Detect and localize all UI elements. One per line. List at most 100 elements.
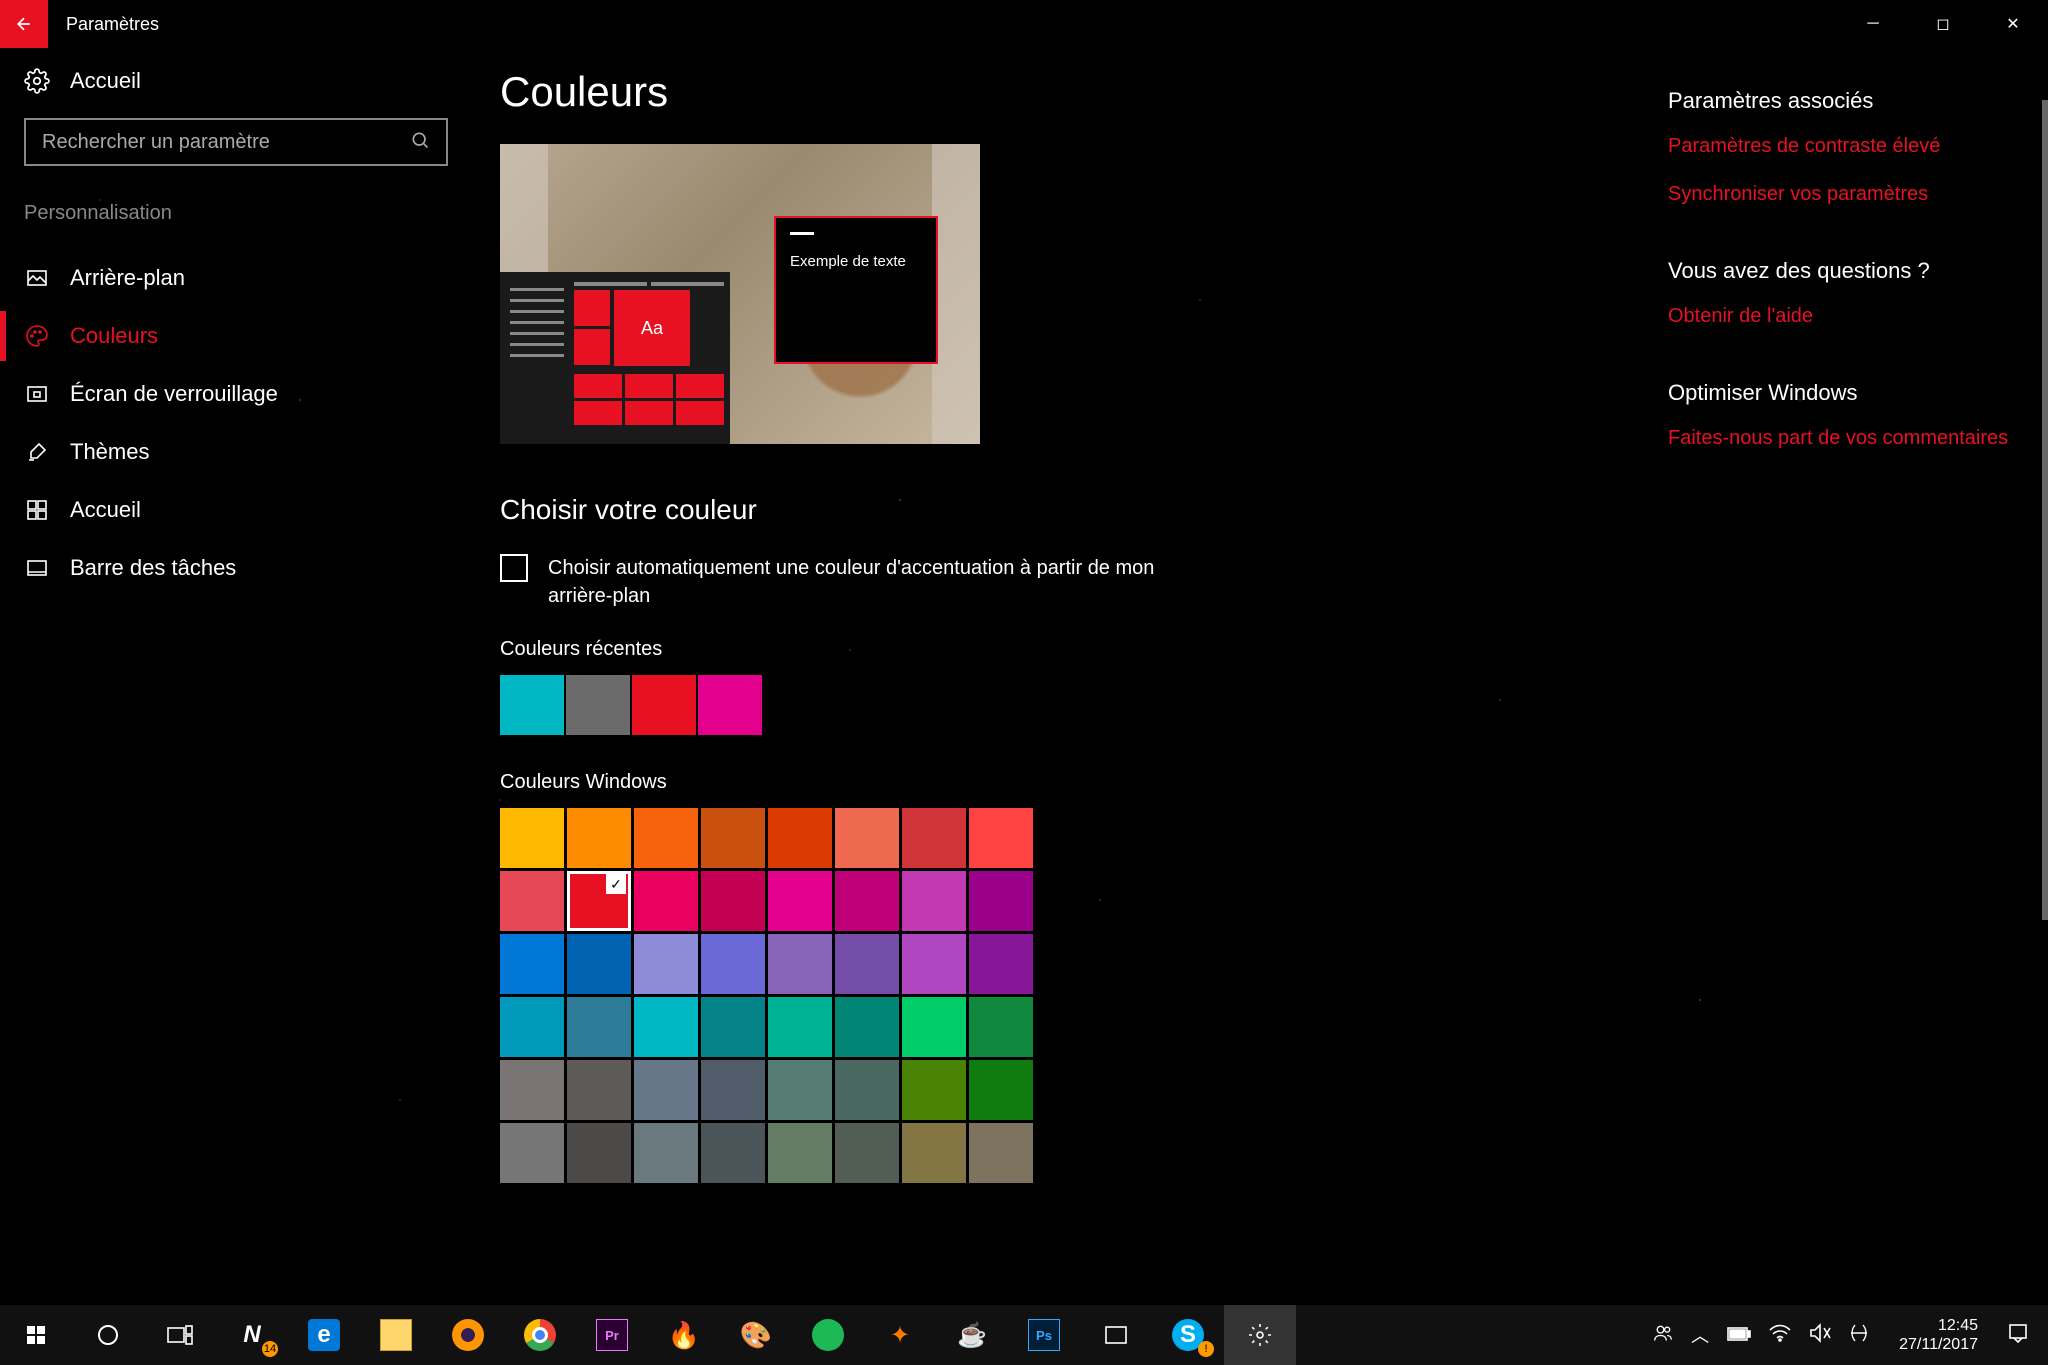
minimize-button[interactable]: ─ [1838, 0, 1908, 48]
tray-chevron-up-icon[interactable]: ︿ [1691, 1322, 1709, 1348]
windows-color-swatch[interactable] [634, 934, 698, 994]
windows-color-swatch[interactable] [969, 871, 1033, 931]
windows-color-swatch[interactable] [634, 997, 698, 1057]
windows-color-swatch[interactable] [500, 1060, 564, 1120]
windows-color-swatch[interactable] [567, 1060, 631, 1120]
back-button[interactable] [0, 0, 48, 48]
windows-color-swatch[interactable] [835, 997, 899, 1057]
tray-volume-icon[interactable] [1809, 1323, 1831, 1348]
windows-color-swatch[interactable] [701, 808, 765, 868]
taskbar-app-fire[interactable]: 🔥 [648, 1305, 720, 1365]
windows-color-swatch[interactable] [768, 1060, 832, 1120]
taskbar-app-photoshop[interactable]: Ps [1008, 1305, 1080, 1365]
tray-language-icon[interactable] [1849, 1323, 1869, 1348]
windows-color-swatch[interactable] [500, 808, 564, 868]
search-input[interactable] [42, 131, 410, 154]
windows-color-swatch[interactable] [969, 997, 1033, 1057]
sidebar-item-lockscreen[interactable]: Écran de verrouillage [24, 365, 436, 423]
windows-color-swatch[interactable] [835, 808, 899, 868]
windows-color-swatch[interactable] [969, 1123, 1033, 1183]
taskbar-app-edge[interactable]: e [288, 1305, 360, 1365]
taskbar-app-paint[interactable]: 🎨 [720, 1305, 792, 1365]
high-contrast-link[interactable]: Paramètres de contraste élevé [1668, 132, 2028, 160]
windows-color-swatch[interactable] [969, 808, 1033, 868]
recent-colors-label: Couleurs récentes [500, 638, 1608, 661]
scrollbar[interactable] [2042, 100, 2048, 920]
windows-color-swatch[interactable] [701, 1060, 765, 1120]
windows-color-swatch[interactable] [567, 1123, 631, 1183]
windows-color-swatch[interactable] [701, 871, 765, 931]
windows-color-swatch[interactable] [701, 997, 765, 1057]
recent-color-swatch[interactable] [500, 675, 564, 735]
sync-settings-link[interactable]: Synchroniser vos paramètres [1668, 180, 2028, 208]
taskbar-app-skype[interactable]: S! [1152, 1305, 1224, 1365]
windows-color-swatch[interactable] [768, 1123, 832, 1183]
windows-color-swatch[interactable] [902, 1060, 966, 1120]
feedback-link[interactable]: Faites-nous part de vos commentaires [1668, 424, 2028, 452]
windows-color-swatch[interactable] [634, 871, 698, 931]
windows-color-swatch[interactable] [902, 1123, 966, 1183]
search-box[interactable] [24, 118, 448, 166]
recent-color-swatch[interactable] [566, 675, 630, 735]
windows-color-swatch[interactable] [567, 997, 631, 1057]
windows-color-swatch[interactable] [768, 934, 832, 994]
taskbar-app-chrome[interactable] [504, 1305, 576, 1365]
clock-time: 12:45 [1899, 1316, 1978, 1335]
windows-color-swatch[interactable] [902, 934, 966, 994]
close-button[interactable]: ✕ [1978, 0, 2048, 48]
windows-color-swatch[interactable] [902, 871, 966, 931]
maximize-button[interactable]: ◻ [1908, 0, 1978, 48]
sidebar-item-colors[interactable]: Couleurs [24, 307, 436, 365]
windows-color-swatch[interactable] [835, 934, 899, 994]
windows-color-swatch[interactable] [902, 997, 966, 1057]
windows-color-swatch[interactable] [567, 808, 631, 868]
tray-battery-icon[interactable] [1727, 1325, 1751, 1346]
sidebar-home[interactable]: Accueil [24, 68, 436, 94]
recent-color-swatch[interactable] [698, 675, 762, 735]
windows-color-swatch[interactable] [701, 934, 765, 994]
sidebar-item-start[interactable]: Accueil [24, 481, 436, 539]
windows-color-swatch[interactable] [835, 871, 899, 931]
tray-clock[interactable]: 12:45 27/11/2017 [1887, 1316, 1990, 1354]
sidebar-item-themes[interactable]: Thèmes [24, 423, 436, 481]
windows-color-swatch[interactable] [835, 1060, 899, 1120]
windows-color-swatch[interactable] [768, 808, 832, 868]
tray-notifications-icon[interactable] [2008, 1323, 2028, 1348]
windows-color-swatch[interactable] [500, 1123, 564, 1183]
taskbar-app-explorer[interactable] [360, 1305, 432, 1365]
windows-color-swatch[interactable] [969, 934, 1033, 994]
windows-color-swatch[interactable] [768, 997, 832, 1057]
taskbar-app-firefox[interactable] [432, 1305, 504, 1365]
windows-color-swatch[interactable] [634, 808, 698, 868]
taskbar-app-misc3[interactable] [1080, 1305, 1152, 1365]
sidebar-item-background[interactable]: Arrière-plan [24, 249, 436, 307]
tray-people-icon[interactable] [1653, 1323, 1673, 1348]
taskbar-app-n[interactable]: N14 [216, 1305, 288, 1365]
taskbar-app-misc2[interactable]: ☕ [936, 1305, 1008, 1365]
taskbar-app-settings[interactable] [1224, 1305, 1296, 1365]
windows-color-swatch[interactable] [768, 871, 832, 931]
start-button[interactable] [0, 1305, 72, 1365]
taskbar-app-spotify[interactable] [792, 1305, 864, 1365]
windows-color-swatch[interactable] [701, 1123, 765, 1183]
windows-color-swatch[interactable] [567, 871, 631, 931]
taskbar-app-premiere[interactable]: Pr [576, 1305, 648, 1365]
windows-color-swatch[interactable] [500, 871, 564, 931]
windows-color-swatch[interactable] [500, 997, 564, 1057]
taskbar-app-misc1[interactable]: ✦ [864, 1305, 936, 1365]
windows-color-swatch[interactable] [634, 1060, 698, 1120]
windows-color-swatch[interactable] [567, 934, 631, 994]
windows-color-swatch[interactable] [500, 934, 564, 994]
windows-color-swatch[interactable] [835, 1123, 899, 1183]
main-panel: Couleurs Exemple de texte Aa Choisir vot… [460, 48, 1648, 1305]
windows-color-swatch[interactable] [969, 1060, 1033, 1120]
windows-color-swatch[interactable] [902, 808, 966, 868]
recent-color-swatch[interactable] [632, 675, 696, 735]
task-view-button[interactable] [144, 1305, 216, 1365]
get-help-link[interactable]: Obtenir de l'aide [1668, 302, 2028, 330]
auto-color-checkbox[interactable] [500, 554, 528, 582]
tray-wifi-icon[interactable] [1769, 1324, 1791, 1347]
sidebar-item-taskbar[interactable]: Barre des tâches [24, 539, 436, 597]
windows-color-swatch[interactable] [634, 1123, 698, 1183]
cortana-button[interactable] [72, 1305, 144, 1365]
